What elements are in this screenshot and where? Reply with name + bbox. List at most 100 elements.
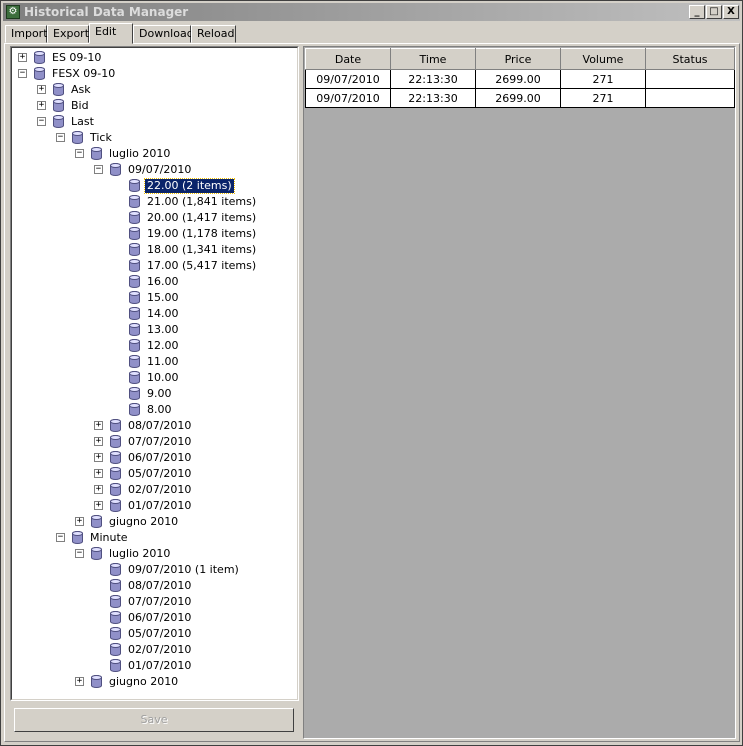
tree-node-label[interactable]: 13.00: [145, 323, 181, 337]
tree-node-label[interactable]: 8.00: [145, 403, 174, 417]
column-header-price[interactable]: Price: [475, 48, 561, 70]
tree-node[interactable]: 18.00 (1,341 items): [12, 242, 292, 258]
collapse-icon[interactable]: −: [18, 69, 27, 78]
tree-node[interactable]: − luglio 2010: [12, 546, 292, 562]
tree-node-label[interactable]: 12.00: [145, 339, 181, 353]
tab-download[interactable]: Download: [133, 25, 194, 43]
minimize-button[interactable]: _: [689, 5, 705, 19]
column-header-time[interactable]: Time: [390, 48, 476, 70]
tree-node[interactable]: 05/07/2010: [12, 626, 292, 642]
column-header-date[interactable]: Date: [305, 48, 391, 70]
tab-edit[interactable]: Edit: [89, 23, 133, 44]
tree-node-label[interactable]: 01/07/2010: [126, 659, 193, 673]
tree-node-label[interactable]: giugno 2010: [107, 675, 180, 689]
tree-node[interactable]: + Bid: [12, 98, 292, 114]
expand-icon[interactable]: +: [18, 53, 27, 62]
cell-volume[interactable]: 271: [560, 69, 646, 89]
tab-reload[interactable]: Reload: [191, 25, 236, 43]
tree-node[interactable]: 21.00 (1,841 items): [12, 194, 292, 210]
data-grid[interactable]: Date Time Price Volume Status 09/07/2010…: [303, 46, 736, 739]
tree-node-label[interactable]: luglio 2010: [107, 147, 172, 161]
tree-node-label[interactable]: 06/07/2010: [126, 451, 193, 465]
collapse-icon[interactable]: −: [94, 165, 103, 174]
tree-node-label[interactable]: 14.00: [145, 307, 181, 321]
expand-icon[interactable]: +: [94, 421, 103, 430]
tree-node[interactable]: 8.00: [12, 402, 292, 418]
cell-time[interactable]: 22:13:30: [390, 69, 476, 89]
tree-node[interactable]: 13.00: [12, 322, 292, 338]
tree-node-label[interactable]: Minute: [88, 531, 130, 545]
tree-node-label[interactable]: Bid: [69, 99, 91, 113]
tree-node[interactable]: 12.00: [12, 338, 292, 354]
tree-node[interactable]: +08/07/2010: [12, 418, 292, 434]
tree-node[interactable]: − Tick: [12, 130, 292, 146]
tab-export[interactable]: Export: [47, 25, 89, 43]
column-header-volume[interactable]: Volume: [560, 48, 646, 70]
cell-date[interactable]: 09/07/2010: [305, 69, 391, 89]
tree-node-label[interactable]: ES 09-10: [50, 51, 103, 65]
expand-icon[interactable]: +: [94, 485, 103, 494]
tree-node-label[interactable]: 09/07/2010: [126, 163, 193, 177]
table-row[interactable]: 09/07/2010 22:13:30 2699.00 271: [305, 69, 735, 89]
tree-node-label[interactable]: 11.00: [145, 355, 181, 369]
collapse-icon[interactable]: −: [56, 133, 65, 142]
tree-node-label[interactable]: 06/07/2010: [126, 611, 193, 625]
tree-node[interactable]: +02/07/2010: [12, 482, 292, 498]
table-row[interactable]: 09/07/2010 22:13:30 2699.00 271: [305, 88, 735, 108]
cell-time[interactable]: 22:13:30: [390, 88, 476, 108]
column-header-status[interactable]: Status: [645, 48, 735, 70]
tree-node-label[interactable]: luglio 2010: [107, 547, 172, 561]
tree-node[interactable]: 06/07/2010: [12, 610, 292, 626]
expand-icon[interactable]: +: [94, 469, 103, 478]
tree-node[interactable]: − FESX 09-10: [12, 66, 292, 82]
tree-node-label[interactable]: 19.00 (1,178 items): [145, 227, 258, 241]
tree-node-label[interactable]: 01/07/2010: [126, 499, 193, 513]
tree-node[interactable]: + ES 09-10: [12, 50, 292, 66]
tree-node-label[interactable]: 05/07/2010: [126, 467, 193, 481]
tree-node-label[interactable]: 08/07/2010: [126, 419, 193, 433]
tree-node-label[interactable]: 07/07/2010: [126, 595, 193, 609]
tree-node-label[interactable]: Ask: [69, 83, 93, 97]
tree-node-label[interactable]: giugno 2010: [107, 515, 180, 529]
tree-node-label[interactable]: FESX 09-10: [50, 67, 117, 81]
tree-node[interactable]: 17.00 (5,417 items): [12, 258, 292, 274]
save-button[interactable]: Save: [14, 708, 294, 732]
tree-node[interactable]: 15.00: [12, 290, 292, 306]
tree-node-label[interactable]: Last: [69, 115, 96, 129]
tree-node[interactable]: − Minute: [12, 530, 292, 546]
expand-icon[interactable]: +: [94, 501, 103, 510]
cell-price[interactable]: 2699.00: [475, 69, 561, 89]
tree-node[interactable]: − luglio 2010: [12, 146, 292, 162]
tree-node[interactable]: − 09/07/2010: [12, 162, 292, 178]
tree-node[interactable]: 09/07/2010 (1 item): [12, 562, 292, 578]
tree-node[interactable]: + giugno 2010: [12, 514, 292, 530]
tree-node-label[interactable]: 05/07/2010: [126, 627, 193, 641]
tree-node-label[interactable]: 16.00: [145, 275, 181, 289]
expand-icon[interactable]: +: [75, 517, 84, 526]
tree-node-label[interactable]: 10.00: [145, 371, 181, 385]
tree-node[interactable]: 9.00: [12, 386, 292, 402]
expand-icon[interactable]: +: [94, 437, 103, 446]
tree-node-label[interactable]: 18.00 (1,341 items): [145, 243, 258, 257]
tree-node[interactable]: + giugno 2010: [12, 674, 292, 690]
tree-node-label[interactable]: 22.00 (2 items): [144, 178, 235, 194]
tree-node[interactable]: 16.00: [12, 274, 292, 290]
tree-node[interactable]: 08/07/2010: [12, 578, 292, 594]
cell-price[interactable]: 2699.00: [475, 88, 561, 108]
tree-node[interactable]: − Last: [12, 114, 292, 130]
tree-node[interactable]: +01/07/2010: [12, 498, 292, 514]
collapse-icon[interactable]: −: [37, 117, 46, 126]
close-button[interactable]: X: [723, 5, 739, 19]
expand-icon[interactable]: +: [37, 101, 46, 110]
collapse-icon[interactable]: −: [75, 149, 84, 158]
tree-node-label[interactable]: 20.00 (1,417 items): [145, 211, 258, 225]
tree-node[interactable]: 11.00: [12, 354, 292, 370]
collapse-icon[interactable]: −: [56, 533, 65, 542]
tree-node-label[interactable]: 9.00: [145, 387, 174, 401]
cell-volume[interactable]: 271: [560, 88, 646, 108]
tree-node-label[interactable]: 02/07/2010: [126, 643, 193, 657]
expand-icon[interactable]: +: [75, 677, 84, 686]
tree-node[interactable]: 07/07/2010: [12, 594, 292, 610]
tree-node[interactable]: 10.00: [12, 370, 292, 386]
tree-node[interactable]: 02/07/2010: [12, 642, 292, 658]
